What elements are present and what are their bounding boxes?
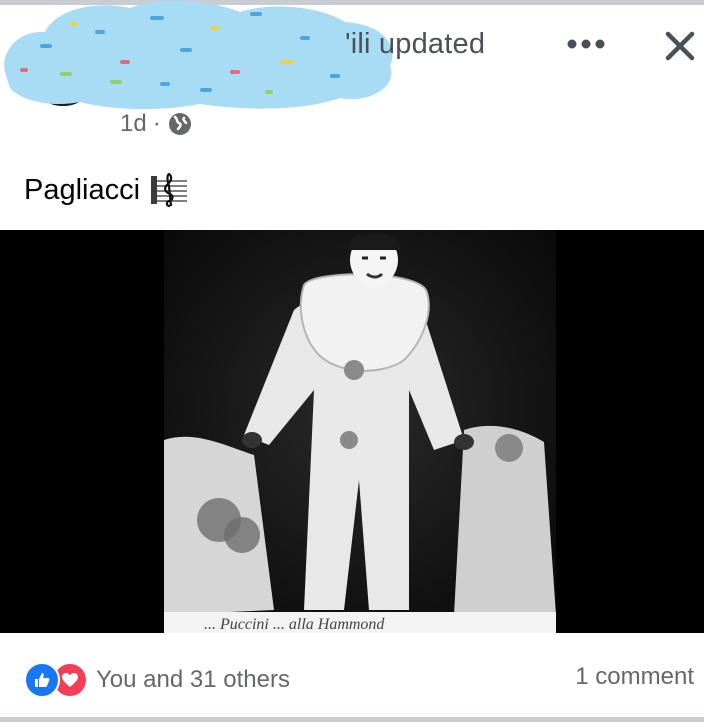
more-options-button[interactable] xyxy=(560,22,612,66)
photo-handwriting: ... Puccini ... alla Hammond xyxy=(204,616,385,633)
post-image[interactable]: ... Puccini ... alla Hammond xyxy=(0,230,704,633)
more-icon xyxy=(567,39,605,49)
reactions-summary[interactable]: You and 31 others xyxy=(24,662,290,698)
comments-count[interactable]: 1 comment xyxy=(575,663,694,691)
pagliacci-photo: ... Puccini ... alla Hammond xyxy=(164,230,556,633)
close-icon xyxy=(665,31,695,61)
post-title[interactable]: 'ili updated xyxy=(345,28,485,61)
bottom-divider xyxy=(0,717,704,722)
redaction-cloud xyxy=(4,0,393,110)
close-button[interactable] xyxy=(656,22,704,70)
post-time[interactable]: 1d xyxy=(120,110,147,138)
like-icon xyxy=(24,662,60,698)
post-meta: 1d · xyxy=(120,110,193,138)
post-caption: Pagliacci xyxy=(24,172,188,208)
musical-score-icon xyxy=(151,172,188,208)
reactions-text: You and 31 others xyxy=(96,666,290,693)
caption-text: Pagliacci xyxy=(24,173,141,206)
globe-icon[interactable] xyxy=(167,111,193,137)
meta-separator: · xyxy=(152,110,161,137)
